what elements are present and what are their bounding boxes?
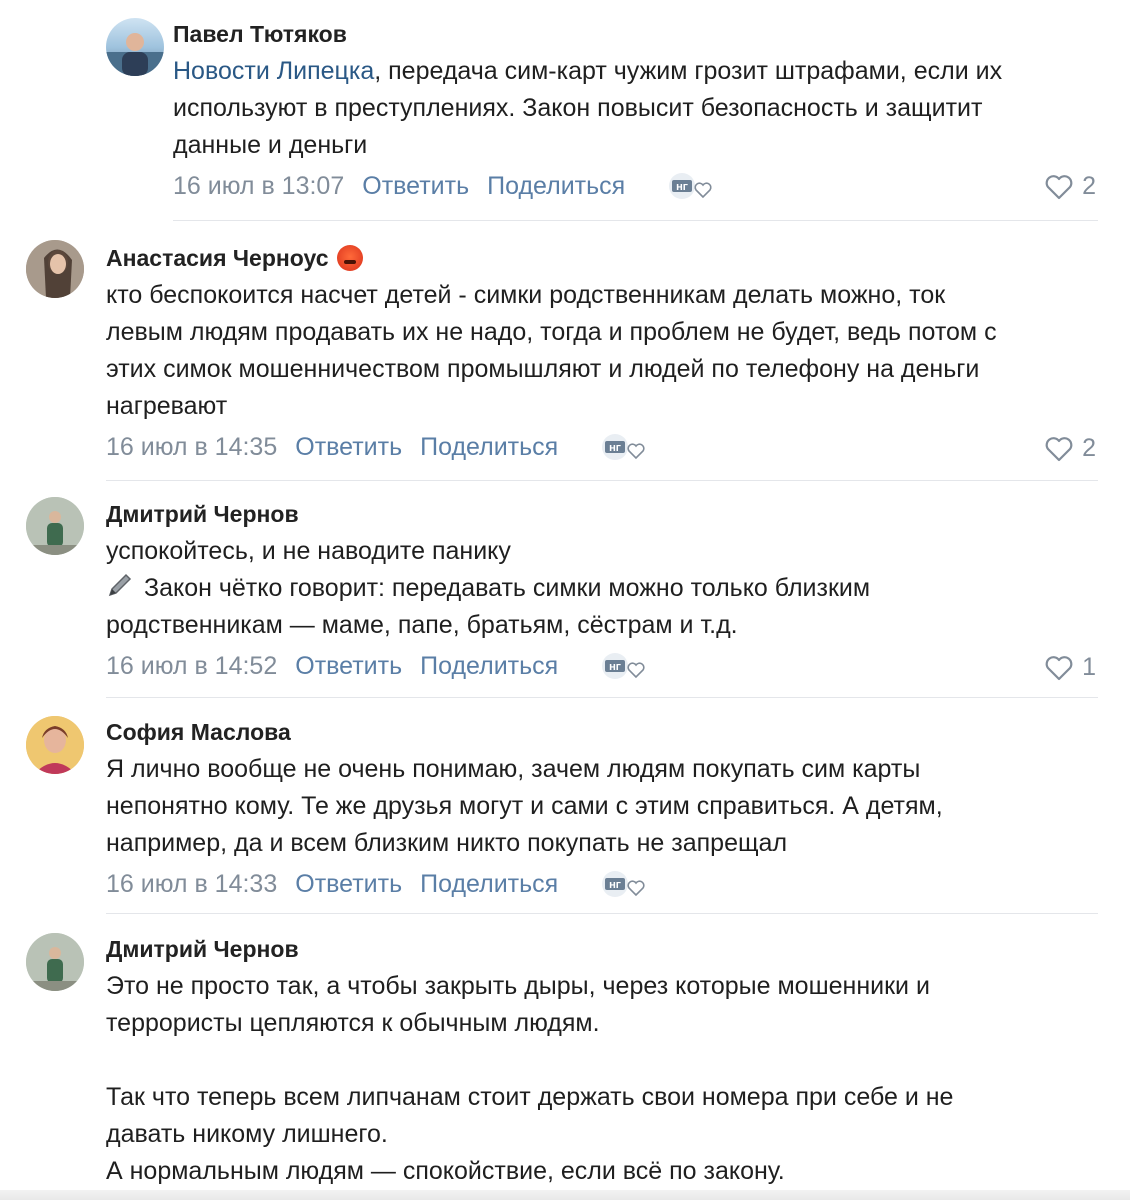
like-count: 2 [1082,434,1096,462]
bottom-edge [0,1190,1130,1200]
author-name[interactable]: Анастасия Черноус [106,244,329,272]
author-name[interactable]: София Маслова [106,718,291,746]
svg-text:НГ: НГ [609,444,621,453]
comment-text: Это не просто так, а чтобы закрыть дыры,… [106,972,954,1185]
like-count: 1 [1082,653,1096,681]
comment-text-line: успокойтесь, и не наводите панику [106,537,511,565]
reply-button[interactable]: Ответить [295,433,402,462]
avatar[interactable] [26,240,84,298]
comment-author[interactable]: Дмитрий Чернов [106,935,1106,963]
mention-link[interactable]: Новости Липецка [173,57,374,85]
share-button[interactable]: Поделиться [420,870,558,899]
comment-meta: 16 июл в 14:35 Ответить Поделиться НГ [106,427,1106,467]
like-button[interactable]: 1 [1044,653,1096,682]
comment-text-body: Закон чётко говорит: передавать симки мо… [106,574,871,639]
comment-date[interactable]: 16 июл в 14:35 [106,433,277,462]
share-button[interactable]: Поделиться [420,652,558,681]
comment-date[interactable]: 16 июл в 14:52 [106,652,277,681]
divider [106,697,1098,698]
like-count: 2 [1082,172,1096,200]
comment-text: Новости Липецка, передача сим-карт чужим… [173,53,1113,164]
comment-meta: 16 июл в 14:33 Ответить Поделиться НГ [106,864,1106,904]
reply-button[interactable]: Ответить [295,870,402,899]
avatar[interactable] [106,18,164,76]
comment-text: Я лично вообще не очень понимаю, зачем л… [106,755,943,857]
comment-text: кто беспокоится насчет детей - симки род… [106,281,997,420]
comment-author[interactable]: Павел Тютяков [173,20,1113,48]
comments-feed: Павел Тютяков Новости Липецка, передача … [0,0,1130,1200]
divider [106,913,1098,914]
heart-icon [1045,655,1073,680]
divider [173,220,1098,221]
like-button[interactable]: 2 [1044,434,1096,463]
author-name[interactable]: Дмитрий Чернов [106,935,299,963]
comment-author[interactable]: Дмитрий Чернов [106,500,1106,528]
community-reaction-icon[interactable]: НГ [667,171,715,201]
community-reaction-icon[interactable]: НГ [600,651,648,681]
svg-text:НГ: НГ [609,663,621,672]
community-reaction-icon[interactable]: НГ [600,869,648,899]
angry-face-icon [336,245,363,271]
community-reaction-icon[interactable]: НГ [600,432,648,462]
comment-author[interactable]: Анастасия Черноус [106,244,1106,272]
share-button[interactable]: Поделиться [420,433,558,462]
comment-meta: 16 июл в 14:52 Ответить Поделиться НГ [106,646,1106,686]
avatar[interactable] [26,716,84,774]
comment-date[interactable]: 16 июл в 14:33 [106,870,277,899]
heart-icon [1045,174,1073,199]
share-button[interactable]: Поделиться [487,172,625,201]
avatar-photo [26,240,84,298]
divider [106,480,1098,481]
avatar-photo [26,716,84,774]
comment-date[interactable]: 16 июл в 13:07 [173,172,344,201]
comment-author[interactable]: София Маслова [106,718,1106,746]
author-name[interactable]: Дмитрий Чернов [106,500,299,528]
avatar[interactable] [26,497,84,555]
avatar-photo [106,33,164,76]
svg-text:НГ: НГ [609,881,621,890]
avatar-photo [26,497,84,555]
reply-button[interactable]: Ответить [295,652,402,681]
avatar-photo [26,933,84,991]
avatar[interactable] [26,933,84,991]
reply-button[interactable]: Ответить [362,172,469,201]
comment-text: успокойтесь, и не наводите панику Закон … [106,533,1106,644]
pencil-icon [108,573,132,597]
svg-text:НГ: НГ [676,183,688,192]
comment-meta: 16 июл в 13:07 Ответить Поделиться НГ [173,166,1113,206]
author-name[interactable]: Павел Тютяков [173,20,347,48]
like-button[interactable]: 2 [1044,172,1096,201]
heart-icon [1045,436,1073,461]
